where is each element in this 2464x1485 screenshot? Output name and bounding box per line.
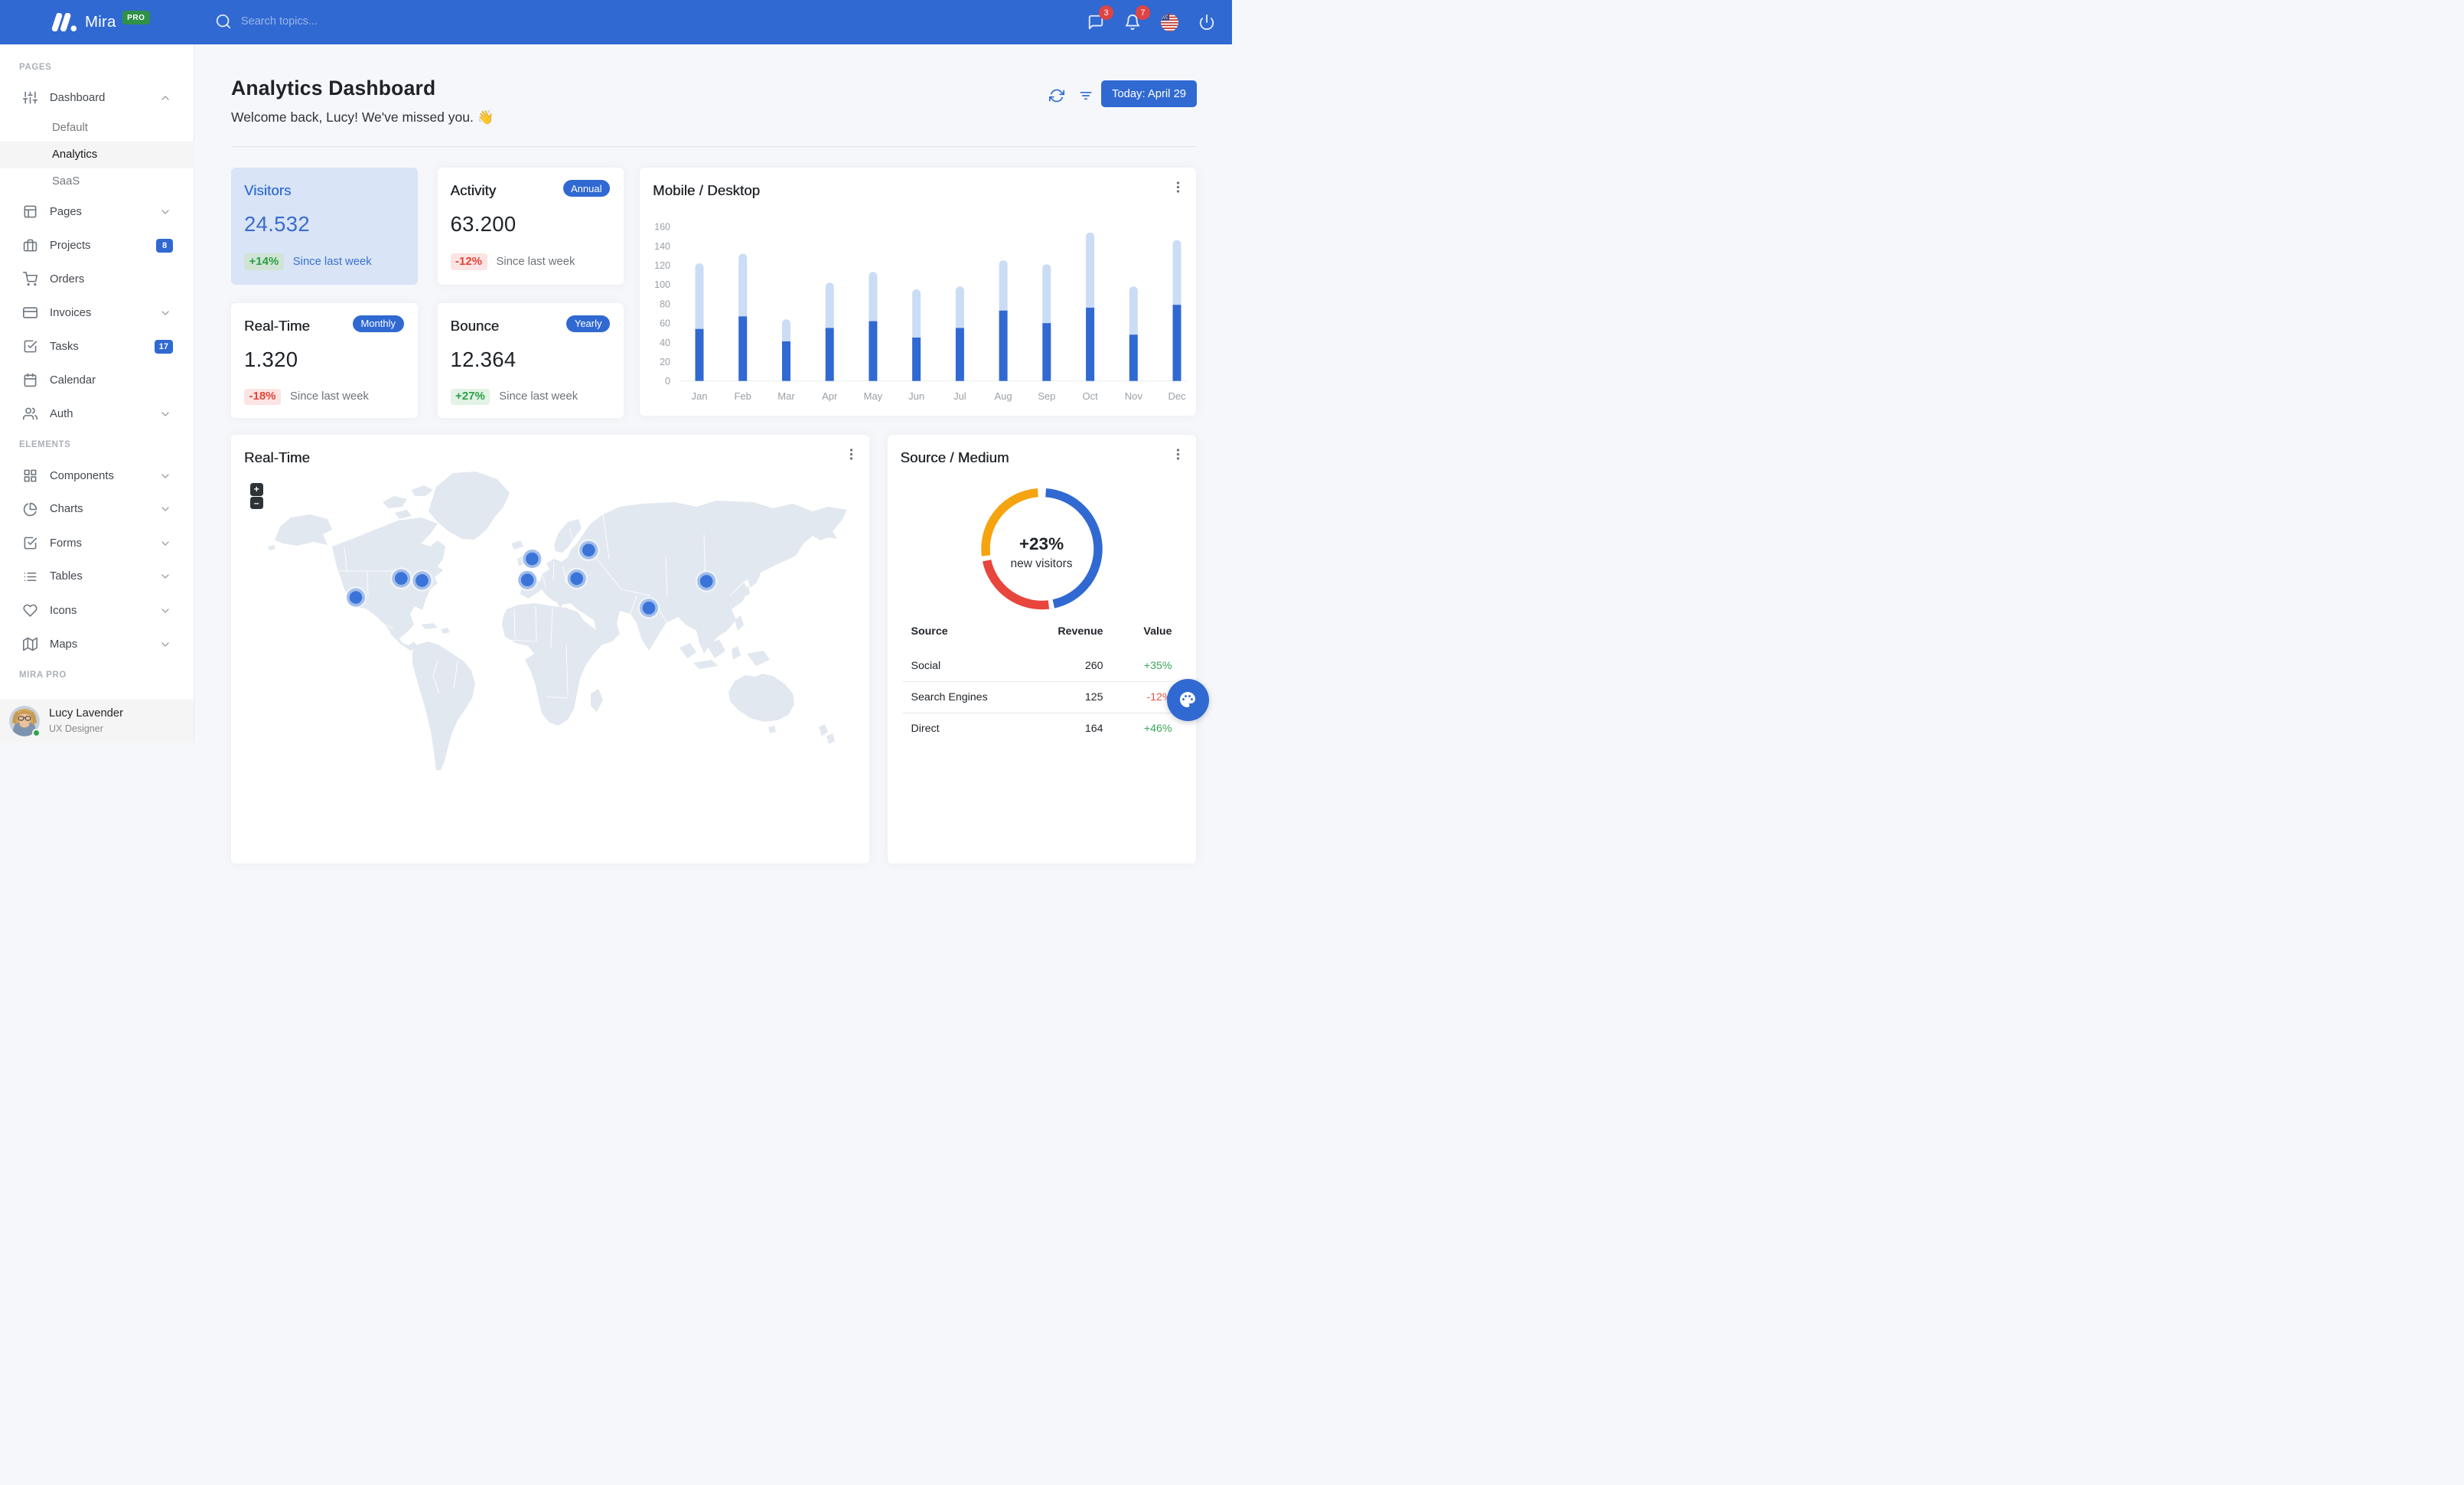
svg-text:Sep: Sep (1038, 390, 1055, 402)
svg-text:40: 40 (660, 338, 670, 348)
svg-text:120: 120 (654, 260, 670, 271)
svg-text:Mar: Mar (777, 390, 795, 402)
svg-text:0: 0 (665, 376, 670, 387)
svg-text:Jun: Jun (908, 390, 924, 402)
svg-text:60: 60 (660, 318, 670, 329)
svg-text:140: 140 (654, 241, 670, 252)
svg-text:Dec: Dec (1168, 390, 1186, 402)
svg-text:Feb: Feb (734, 390, 751, 402)
svg-text:Jan: Jan (692, 390, 708, 402)
svg-text:160: 160 (654, 222, 670, 233)
svg-text:Nov: Nov (1125, 390, 1143, 402)
svg-text:20: 20 (660, 357, 670, 367)
svg-text:100: 100 (654, 279, 670, 290)
svg-text:Jul: Jul (953, 390, 966, 402)
svg-text:Oct: Oct (1082, 390, 1098, 402)
svg-text:80: 80 (660, 299, 670, 309)
svg-text:Apr: Apr (822, 390, 838, 402)
svg-text:Aug: Aug (995, 390, 1012, 402)
svg-text:May: May (864, 390, 883, 402)
